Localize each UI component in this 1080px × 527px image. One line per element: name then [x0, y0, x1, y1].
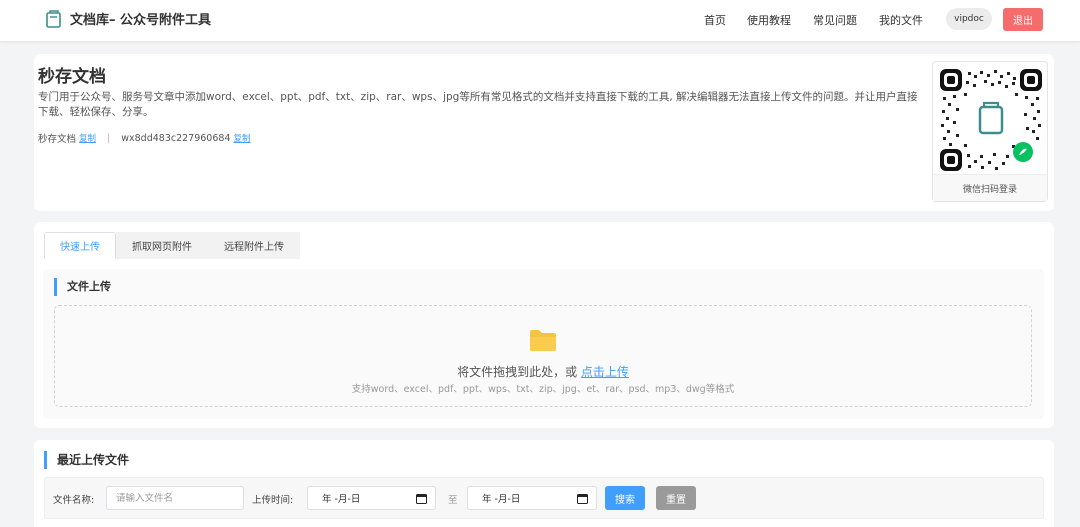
calendar-icon [416, 493, 427, 504]
supported-formats-hint: 支持word、excel、pdf、ppt、wps、txt、zip、jpg、et、… [351, 384, 735, 395]
reset-button[interactable]: 重置 [656, 486, 696, 510]
intro-card: 秒存文档 专门用于公众号、服务号文章中添加word、excel、ppt、pdf、… [34, 54, 1054, 211]
account-name: 秒存文档 [38, 134, 77, 145]
app-id: wx8dd483c227960684 [121, 132, 231, 144]
filename-label: 文件名称: [53, 495, 95, 506]
end-date-value: 年 -月-日 [482, 494, 521, 505]
qr-caption: 微信扫码登录 [933, 174, 1047, 201]
nav-faq[interactable]: 常见问题 [813, 12, 857, 28]
upload-panel: 文件上传 将文件拖拽到此处，或 点击上传 支持word、excel、pdf、pp… [43, 269, 1044, 419]
upload-time-label: 上传时间: [252, 495, 294, 506]
recent-files-card: 最近上传文件 文件名称: 上传时间: 年 -月-日 至 年 -月-日 搜索 重置 [34, 440, 1054, 527]
calendar-icon [577, 493, 588, 504]
meta-divider: | [107, 132, 111, 144]
file-dropzone[interactable]: 将文件拖拽到此处，或 点击上传 支持word、excel、pdf、ppt、wps… [54, 305, 1032, 407]
tab-web-attachment[interactable]: 抓取网页附件 [116, 232, 208, 259]
start-date-value: 年 -月-日 [322, 494, 361, 505]
upload-card: 快速上传 抓取网页附件 远程附件上传 文件上传 将文件拖拽到此处，或 点击上传 … [34, 222, 1054, 428]
end-date-input[interactable]: 年 -月-日 [467, 486, 597, 510]
top-navbar: 文档库– 公众号附件工具 首页 使用教程 常见问题 我的文件 vipdoc 退出 [0, 0, 1080, 42]
site-logo[interactable]: 文档库– 公众号附件工具 [46, 9, 211, 28]
mini-program-qr-code [940, 69, 1042, 171]
logout-button[interactable]: 退出 [1003, 8, 1043, 31]
page-title: 秒存文档 [38, 67, 106, 87]
filename-search-input[interactable] [106, 486, 244, 510]
date-range-separator: 至 [448, 495, 458, 506]
nav-my-files[interactable]: 我的文件 [879, 12, 923, 28]
copy-appid-link[interactable]: 复制 [233, 132, 250, 144]
click-upload-link[interactable]: 点击上传 [581, 365, 629, 379]
recent-files-heading: 最近上传文件 [44, 451, 129, 469]
copy-name-link[interactable]: 复制 [79, 132, 96, 144]
user-badge[interactable]: vipdoc [946, 8, 992, 30]
file-upload-heading: 文件上传 [54, 278, 111, 296]
nav-tutorial[interactable]: 使用教程 [747, 12, 791, 28]
upload-tabs: 快速上传 抓取网页附件 远程附件上传 [44, 232, 300, 259]
site-title: 文档库– 公众号附件工具 [70, 13, 212, 28]
intro-description: 专门用于公众号、服务号文章中添加word、excel、ppt、pdf、txt、z… [38, 91, 918, 118]
start-date-input[interactable]: 年 -月-日 [307, 486, 436, 510]
logo-icon [46, 9, 61, 28]
search-button[interactable]: 搜索 [605, 486, 645, 510]
drop-instruction: 将文件拖拽到此处，或 点击上传 [55, 363, 1031, 380]
account-meta: 秒存文档 复制 | wx8dd483c227960684 复制 [38, 131, 251, 146]
drop-text: 将文件拖拽到此处，或 [457, 365, 581, 379]
qr-login-box: 微信扫码登录 [932, 61, 1048, 202]
folder-icon [530, 330, 556, 351]
filter-bar: 文件名称: 上传时间: 年 -月-日 至 年 -月-日 搜索 重置 [44, 477, 1044, 519]
tab-quick-upload[interactable]: 快速上传 [44, 232, 116, 259]
tab-remote-upload[interactable]: 远程附件上传 [208, 232, 300, 259]
nav-home[interactable]: 首页 [704, 12, 726, 28]
